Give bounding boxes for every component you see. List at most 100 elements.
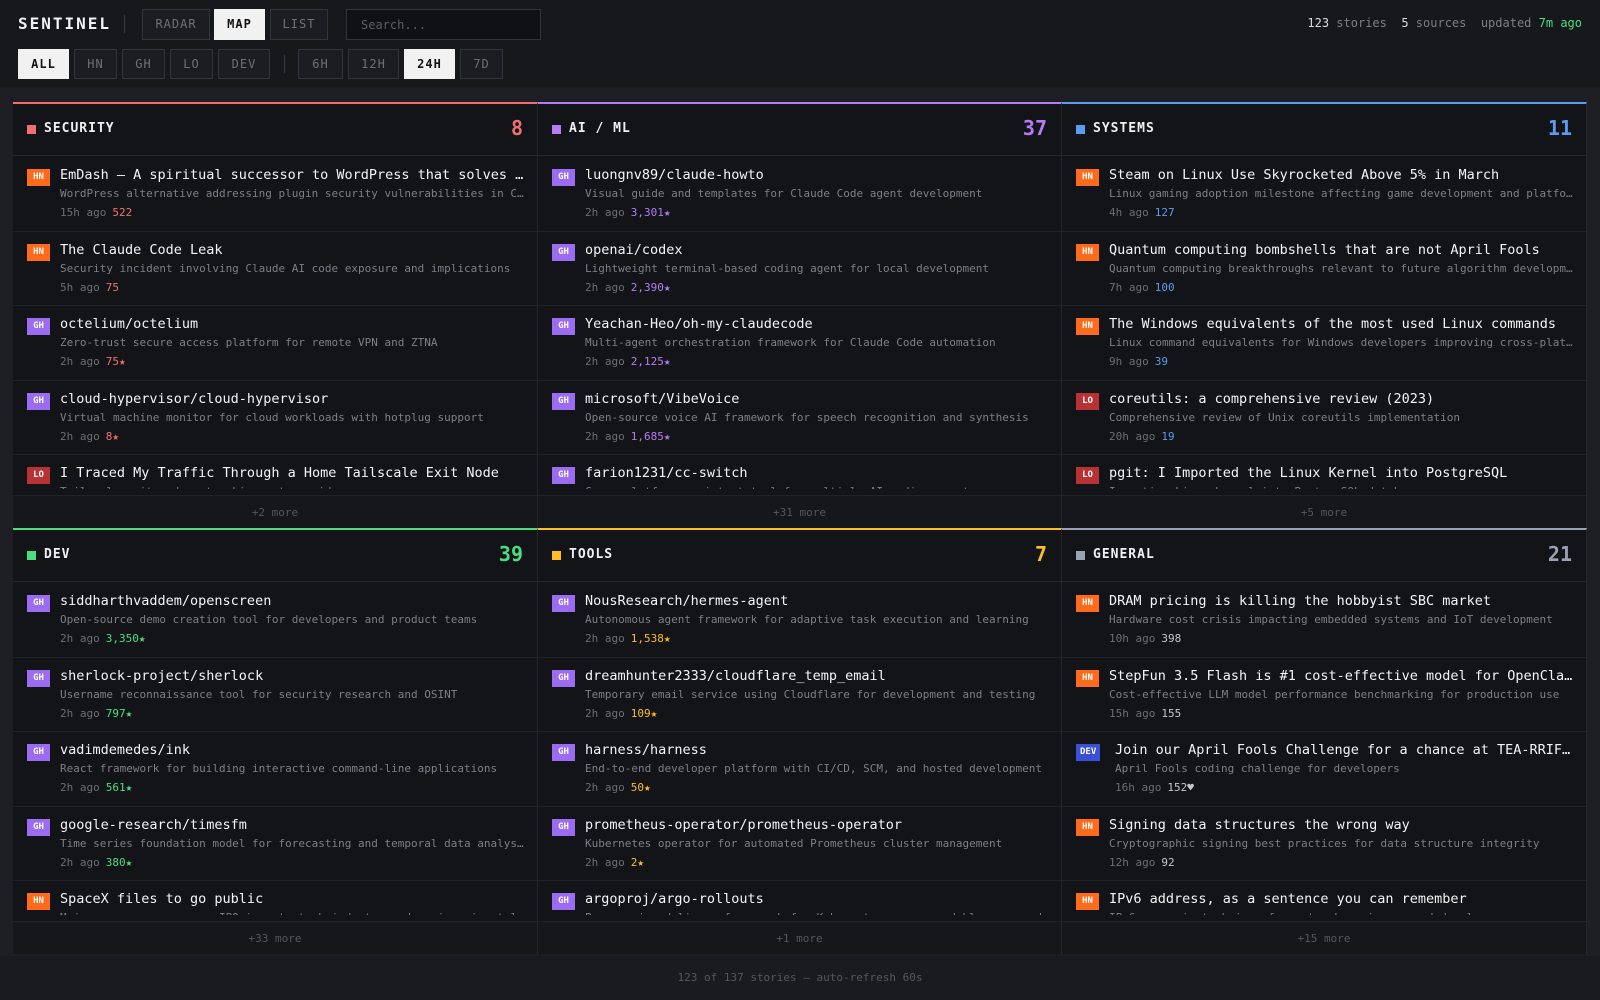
story-item[interactable]: GH luongnv89/claude-howto Visual guide and… bbox=[538, 157, 1061, 232]
story-item[interactable]: GH farion1231/cc-switch Cross-platform ass… bbox=[538, 455, 1061, 489]
story-title[interactable]: luongnv89/claude-howto bbox=[585, 167, 1049, 183]
story-item[interactable]: GH octelium/octelium Zero-trust secure acc… bbox=[13, 306, 537, 381]
story-age: 2h ago bbox=[585, 781, 625, 794]
story-title[interactable]: StepFun 3.5 Flash is #1 cost-effective m… bbox=[1109, 668, 1574, 684]
filter-source-hn[interactable]: HN bbox=[74, 49, 117, 79]
story-title[interactable]: pgit: I Imported the Linux Kernel into P… bbox=[1109, 465, 1574, 481]
story-title[interactable]: octelium/octelium bbox=[60, 316, 525, 332]
story-title[interactable]: SpaceX files to go public bbox=[60, 891, 525, 907]
filter-source-lo[interactable]: LO bbox=[170, 49, 213, 79]
story-item[interactable]: HN The Claude Code Leak Security incident … bbox=[13, 232, 537, 306]
story-title[interactable]: microsoft/VibeVoice bbox=[585, 391, 1049, 407]
filter-source-all[interactable]: ALL bbox=[18, 49, 69, 79]
story-item[interactable]: GH harness/harness End-to-end developer pl… bbox=[538, 732, 1061, 807]
filter-time-7d[interactable]: 7D bbox=[460, 49, 503, 79]
story-item[interactable]: GH openai/codex Lightweight terminal-based… bbox=[538, 232, 1061, 306]
show-more-link[interactable]: +2 more bbox=[13, 495, 537, 528]
filter-time-6h[interactable]: 6H bbox=[298, 49, 343, 79]
story-title[interactable]: sherlock-project/sherlock bbox=[60, 668, 525, 684]
panel-header[interactable]: SECURITY 8 bbox=[13, 104, 537, 156]
story-item[interactable]: HN Steam on Linux Use Skyrocketed Above 5… bbox=[1062, 157, 1586, 232]
show-more-link[interactable]: +15 more bbox=[1062, 921, 1586, 954]
story-item[interactable]: LO I Traced My Traffic Through a Home Tai… bbox=[13, 455, 537, 489]
story-title[interactable]: vadimdemedes/ink bbox=[60, 742, 525, 758]
story-title[interactable]: Quantum computing bombshells that are no… bbox=[1109, 242, 1574, 258]
story-title[interactable]: harness/harness bbox=[585, 742, 1049, 758]
story-item[interactable]: HN SpaceX files to go public Major aerospa… bbox=[13, 881, 537, 915]
story-title[interactable]: Yeachan-Heo/oh-my-claudecode bbox=[585, 316, 1049, 332]
story-title[interactable]: siddharthvaddem/openscreen bbox=[60, 593, 525, 609]
view-tab-map[interactable]: MAP bbox=[214, 9, 265, 40]
story-description: Cryptographic signing best practices for… bbox=[1109, 836, 1540, 850]
view-tab-list[interactable]: LIST bbox=[270, 9, 328, 40]
story-title[interactable]: Signing data structures the wrong way bbox=[1109, 817, 1574, 833]
story-item[interactable]: GH prometheus-operator/prometheus-operato… bbox=[538, 807, 1061, 881]
story-title[interactable]: I Traced My Traffic Through a Home Tails… bbox=[60, 465, 525, 481]
story-item[interactable]: GH NousResearch/hermes-agent Autonomous ag… bbox=[538, 583, 1061, 658]
panel-header[interactable]: DEV 39 bbox=[13, 530, 537, 582]
story-title[interactable]: Steam on Linux Use Skyrocketed Above 5% … bbox=[1109, 167, 1574, 183]
show-more-link[interactable]: +31 more bbox=[538, 495, 1061, 528]
story-item[interactable]: GH argoproj/argo-rollouts Progressive deli… bbox=[538, 881, 1061, 915]
story-title[interactable]: coreutils: a comprehensive review (2023) bbox=[1109, 391, 1574, 407]
source-badge: GH bbox=[552, 818, 575, 836]
story-score: 561★ bbox=[105, 781, 133, 794]
story-title[interactable]: openai/codex bbox=[585, 242, 1049, 258]
story-description: Lightweight terminal-based coding agent … bbox=[585, 261, 989, 275]
story-title[interactable]: The Windows equivalents of the most used… bbox=[1109, 316, 1574, 332]
story-title[interactable]: NousResearch/hermes-agent bbox=[585, 593, 1049, 609]
story-item[interactable]: HN The Windows equivalents of the most us… bbox=[1062, 306, 1586, 381]
filter-source-dev[interactable]: DEV bbox=[218, 49, 270, 79]
story-title[interactable]: prometheus-operator/prometheus-operator bbox=[585, 817, 1049, 833]
story-meta: 12h ago 92 bbox=[1109, 856, 1175, 869]
filter-time-12h[interactable]: 12H bbox=[348, 49, 399, 79]
filter-source-gh[interactable]: GH bbox=[122, 49, 165, 79]
story-title[interactable]: The Claude Code Leak bbox=[60, 242, 525, 258]
panel-header[interactable]: GENERAL 21 bbox=[1062, 530, 1586, 582]
story-item[interactable]: GH vadimdemedes/ink React framework for bu… bbox=[13, 732, 537, 807]
story-score: 522 bbox=[112, 206, 133, 219]
story-title[interactable]: google-research/timesfm bbox=[60, 817, 525, 833]
story-item[interactable]: LO pgit: I Imported the Linux Kernel into… bbox=[1062, 455, 1586, 489]
story-title[interactable]: farion1231/cc-switch bbox=[585, 465, 1049, 481]
story-title[interactable]: Join our April Fools Challenge for a cha… bbox=[1115, 742, 1574, 758]
story-item[interactable]: GH dreamhunter2333/cloudflare_temp_email T… bbox=[538, 658, 1061, 732]
story-item[interactable]: GH siddharthvaddem/openscreen Open-source … bbox=[13, 583, 537, 658]
story-item[interactable]: GH cloud-hypervisor/cloud-hypervisor Virtu… bbox=[13, 381, 537, 455]
panel-header[interactable]: TOOLS 7 bbox=[538, 530, 1061, 582]
story-score: 100 bbox=[1154, 280, 1175, 294]
story-title[interactable]: cloud-hypervisor/cloud-hypervisor bbox=[60, 391, 525, 407]
show-more-link[interactable]: +1 more bbox=[538, 921, 1061, 954]
story-item[interactable]: GH Yeachan-Heo/oh-my-claudecode Multi-agen… bbox=[538, 306, 1061, 381]
story-item[interactable]: HN DRAM pricing is killing the hobbyist S… bbox=[1062, 583, 1586, 658]
story-item[interactable]: GH sherlock-project/sherlock Username reco… bbox=[13, 658, 537, 732]
story-description: Major aerospace company IPO impacts tech… bbox=[60, 911, 525, 915]
app-logo: SENTINEL bbox=[18, 14, 112, 33]
story-item[interactable]: HN Signing data structures the wrong way C… bbox=[1062, 807, 1586, 881]
panel-count: 7 bbox=[1034, 542, 1047, 566]
story-item[interactable]: HN IPv6 address, as a sentence you can re… bbox=[1062, 881, 1586, 915]
story-description: Temporary email service using Cloudflare… bbox=[585, 687, 1036, 701]
show-more-link[interactable]: +33 more bbox=[13, 921, 537, 954]
story-item[interactable]: GH google-research/timesfm Time series fou… bbox=[13, 807, 537, 881]
story-description: Time series foundation model for forecas… bbox=[60, 836, 525, 850]
story-title[interactable]: DRAM pricing is killing the hobbyist SBC… bbox=[1109, 593, 1574, 609]
story-item[interactable]: HN Quantum computing bombshells that are … bbox=[1062, 232, 1586, 306]
story-item[interactable]: LO coreutils: a comprehensive review (202… bbox=[1062, 381, 1586, 455]
panel-header[interactable]: SYSTEMS 11 bbox=[1062, 104, 1586, 156]
filter-time-24h[interactable]: 24H bbox=[404, 49, 455, 79]
view-tab-radar[interactable]: RADAR bbox=[142, 9, 210, 40]
story-item[interactable]: HN StepFun 3.5 Flash is #1 cost-effective… bbox=[1062, 658, 1586, 732]
story-item[interactable]: HN EmDash – A spiritual successor to Word… bbox=[13, 157, 537, 232]
story-title[interactable]: argoproj/argo-rollouts bbox=[585, 891, 1049, 907]
story-item[interactable]: DEV Join our April Fools Challenge for a … bbox=[1062, 732, 1586, 807]
story-title[interactable]: IPv6 address, as a sentence you can reme… bbox=[1109, 891, 1574, 907]
panel-header[interactable]: AI / ML 37 bbox=[538, 104, 1061, 156]
story-meta: 9h ago 39 bbox=[1109, 355, 1168, 368]
search-input[interactable] bbox=[346, 9, 541, 40]
show-more-link[interactable]: +5 more bbox=[1062, 495, 1586, 528]
story-title[interactable]: EmDash – A spiritual successor to WordPr… bbox=[60, 167, 525, 183]
panel-title: SECURITY bbox=[44, 121, 115, 136]
story-item[interactable]: GH microsoft/VibeVoice Open-source voice A… bbox=[538, 381, 1061, 455]
story-title[interactable]: dreamhunter2333/cloudflare_temp_email bbox=[585, 668, 1049, 684]
